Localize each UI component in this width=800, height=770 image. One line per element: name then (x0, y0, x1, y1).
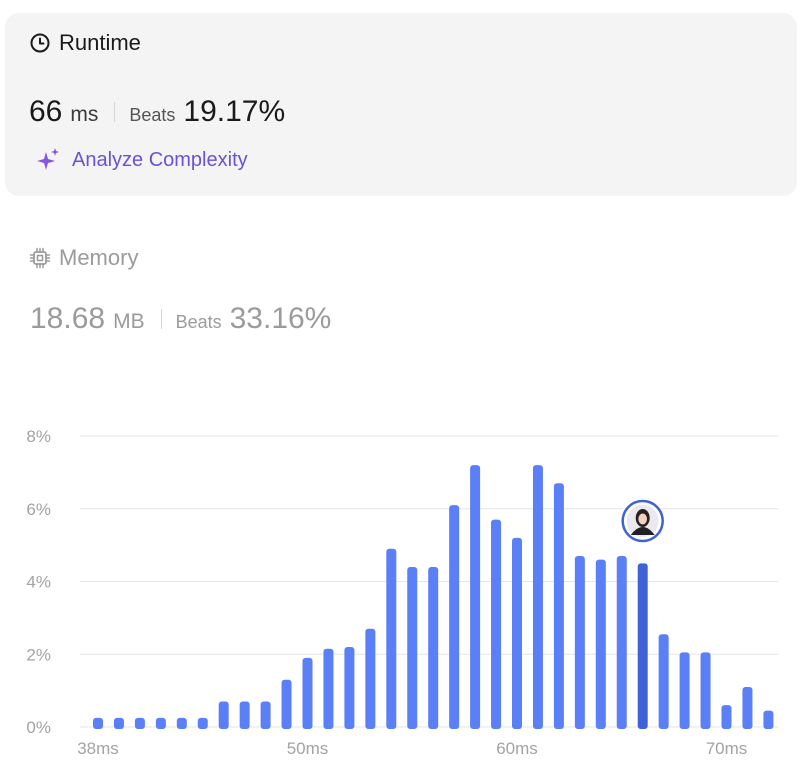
bar[interactable] (763, 710, 774, 729)
bar[interactable] (470, 465, 481, 729)
bar[interactable] (449, 505, 460, 729)
bar[interactable] (260, 701, 271, 729)
bar[interactable] (595, 559, 606, 729)
bar[interactable] (616, 556, 627, 729)
bar-your-submission[interactable] (637, 563, 648, 729)
bar[interactable] (155, 717, 166, 729)
bar[interactable] (197, 717, 208, 729)
bar[interactable] (491, 519, 502, 729)
x-tick-label: 38ms (77, 739, 119, 758)
runtime-distribution-chart: 0% 2% 4% 6% 8% 38ms 50ms 60ms 70ms (26, 427, 778, 758)
bar[interactable] (344, 646, 355, 729)
bar[interactable] (134, 717, 145, 729)
bar[interactable] (679, 652, 690, 729)
bar[interactable] (700, 652, 711, 729)
bar[interactable] (93, 717, 103, 729)
bar[interactable] (239, 701, 250, 729)
user-avatar-marker[interactable] (621, 499, 664, 543)
y-tick-label: 8% (26, 427, 51, 446)
y-tick-label: 6% (26, 500, 51, 519)
bar[interactable] (218, 701, 229, 729)
y-tick-label: 0% (26, 718, 51, 737)
y-tick-label: 4% (26, 573, 51, 592)
bar[interactable] (721, 705, 732, 729)
bar[interactable] (386, 548, 397, 729)
bar[interactable] (176, 717, 187, 729)
bar[interactable] (553, 483, 564, 729)
bar[interactable] (302, 657, 313, 729)
bar[interactable] (574, 556, 585, 729)
x-tick-label: 70ms (706, 739, 748, 758)
bar[interactable] (428, 566, 439, 729)
bar[interactable] (512, 537, 522, 729)
x-tick-label: 50ms (287, 739, 329, 758)
bar[interactable] (658, 634, 669, 729)
x-tick-label: 60ms (496, 739, 538, 758)
y-tick-label: 2% (26, 645, 51, 664)
bar[interactable] (323, 648, 334, 729)
bar[interactable] (365, 628, 376, 729)
bar[interactable] (281, 679, 292, 729)
bar[interactable] (113, 717, 124, 729)
bar[interactable] (532, 465, 543, 729)
bar[interactable] (742, 686, 753, 729)
bar[interactable] (407, 566, 418, 729)
